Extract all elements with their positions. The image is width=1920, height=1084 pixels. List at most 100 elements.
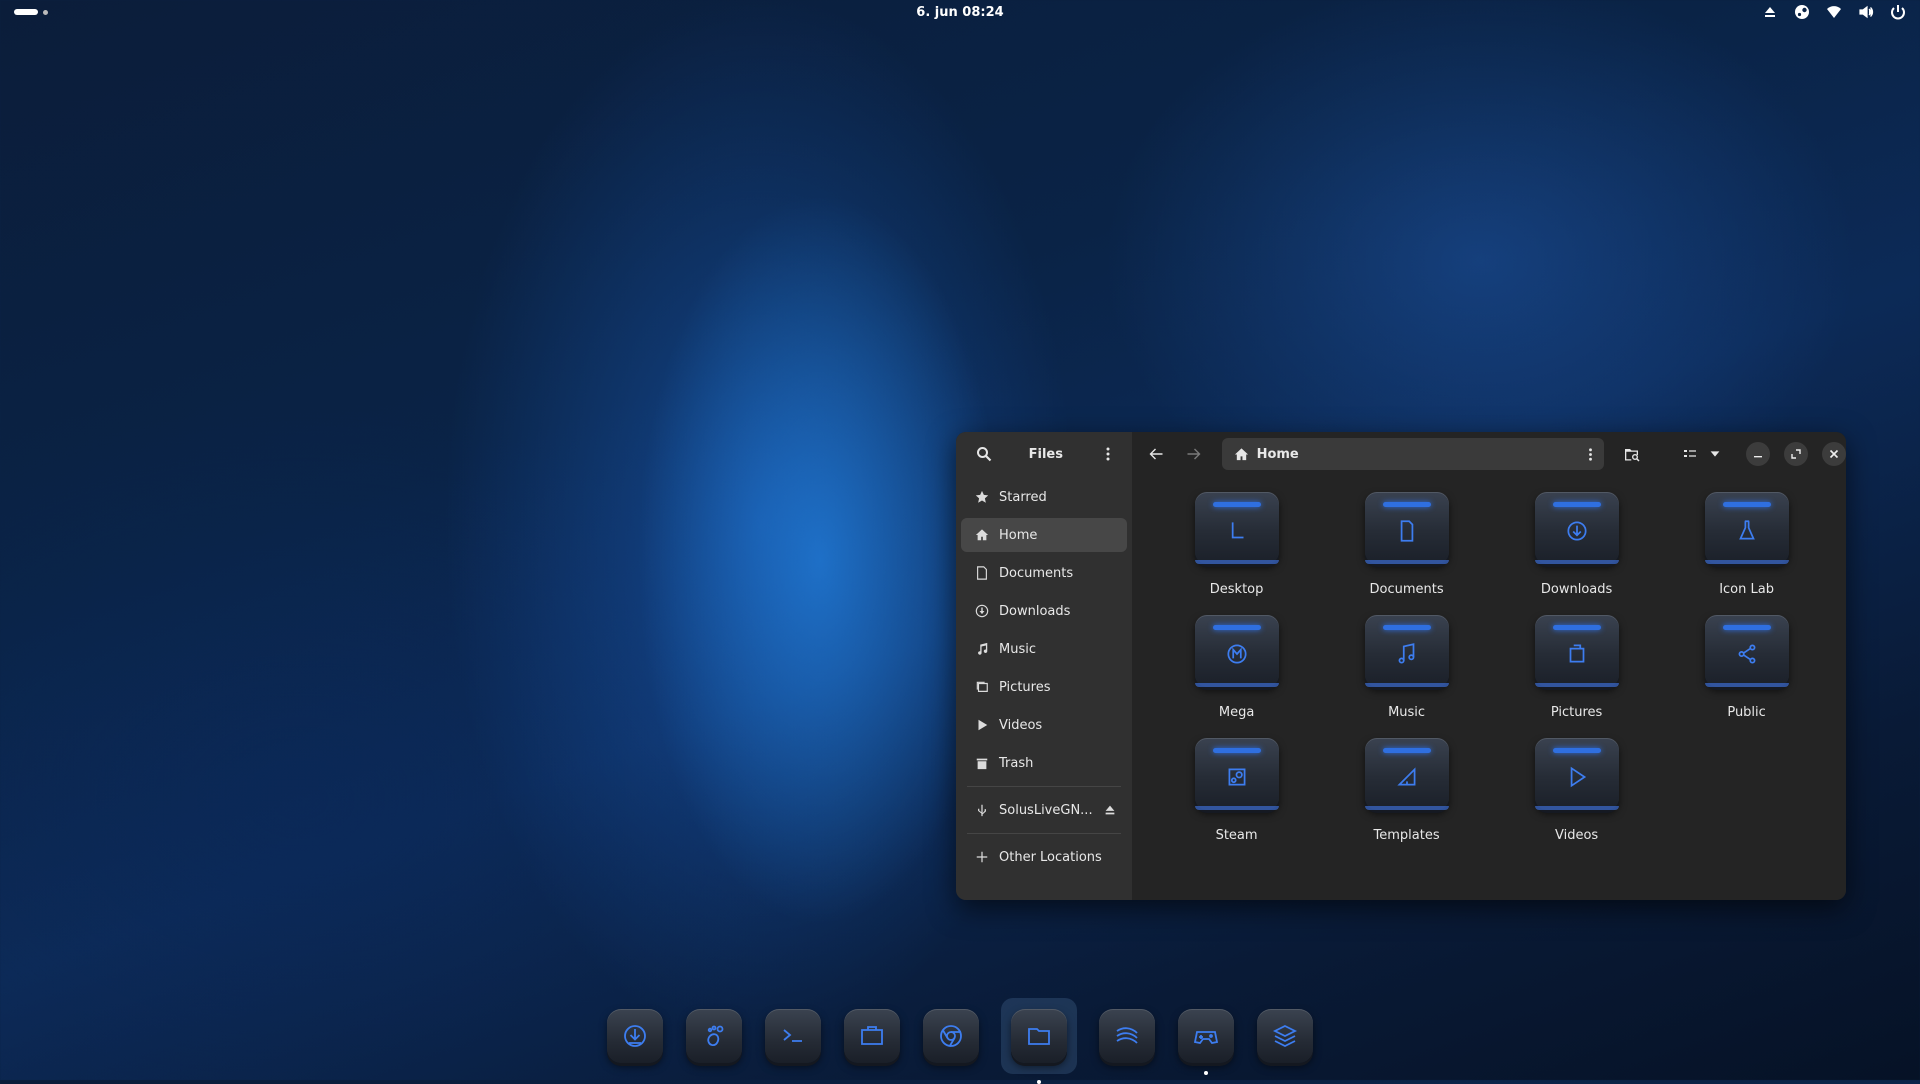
folder-label: Pictures — [1550, 705, 1603, 720]
wifi-icon[interactable] — [1826, 4, 1842, 20]
flask-icon — [1738, 520, 1755, 540]
folder-label: Downloads — [1540, 582, 1613, 597]
sidebar-item-label: Pictures — [999, 679, 1051, 695]
downloads-icon — [1567, 521, 1587, 541]
divider — [967, 833, 1121, 834]
system-tray[interactable] — [1762, 4, 1906, 20]
eject-icon[interactable] — [1762, 4, 1778, 20]
templates-icon — [1396, 767, 1416, 786]
document-icon — [977, 566, 987, 580]
folder-icon — [1704, 492, 1789, 564]
running-indicator — [1037, 1080, 1041, 1084]
dock-item-installer[interactable] — [606, 1007, 664, 1065]
back-button[interactable] — [1140, 439, 1172, 469]
folder-icon — [1364, 492, 1449, 564]
dock-item-terminal[interactable] — [764, 1007, 822, 1065]
eject-icon[interactable] — [1103, 803, 1117, 817]
music-icon — [1398, 643, 1414, 664]
folder-item-mega[interactable]: Mega — [1152, 615, 1322, 720]
list-view-button[interactable] — [1674, 439, 1706, 469]
dock-item-briefcase[interactable] — [843, 1007, 901, 1065]
sidebar-item-label: Other Locations — [999, 849, 1102, 865]
folder-item-steam[interactable]: Steam — [1152, 738, 1322, 843]
dock-item-games[interactable] — [1177, 1007, 1235, 1075]
sidebar-item-music[interactable]: Music — [961, 632, 1127, 666]
list-view-icon — [1683, 450, 1696, 457]
running-indicator — [1204, 1071, 1208, 1075]
divider — [967, 786, 1121, 787]
folder-item-pictures[interactable]: Pictures — [1492, 615, 1662, 720]
sidebar-item-documents[interactable]: Documents — [961, 556, 1127, 590]
sidebar-item-pictures[interactable]: Pictures — [961, 670, 1127, 704]
sidebar-item-downloads[interactable]: Downloads — [961, 594, 1127, 628]
top-bar: 6. jun 08:24 — [0, 0, 1920, 26]
dock — [606, 996, 1314, 1084]
folder-search-icon — [1624, 449, 1640, 462]
folder-icon — [1194, 738, 1279, 810]
power-icon[interactable] — [1890, 4, 1906, 20]
folder-item-downloads[interactable]: Downloads — [1492, 492, 1662, 597]
folder-item-music[interactable]: Music — [1322, 615, 1492, 720]
sidebar-item-videos[interactable]: Videos — [961, 708, 1127, 742]
search-button[interactable] — [970, 440, 998, 468]
view-options-button[interactable] — [1674, 439, 1722, 469]
folder-item-icon-lab[interactable]: Icon Lab — [1662, 492, 1832, 597]
sidebar-item-trash[interactable]: Trash — [961, 746, 1127, 780]
clock[interactable]: 6. jun 08:24 — [0, 5, 1920, 20]
minimize-button[interactable] — [1745, 442, 1770, 466]
layers-icon — [1272, 1024, 1298, 1048]
sidebar-item-starred[interactable]: Starred — [961, 480, 1127, 514]
close-icon — [1829, 449, 1838, 459]
music-icon — [978, 642, 988, 655]
chevron-down-icon[interactable] — [1708, 447, 1722, 461]
gnome-foot-icon — [707, 1025, 724, 1046]
content-area: Home Desktop Documents Downloads Icon La… — [1131, 432, 1846, 900]
files-window: Files Starred Home Documents Downloads M… — [956, 432, 1846, 900]
folder-item-documents[interactable]: Documents — [1322, 492, 1492, 597]
folder-item-public[interactable]: Public — [1662, 615, 1832, 720]
sidebar-item-home[interactable]: Home — [961, 518, 1127, 552]
dock-item-chrome[interactable] — [922, 1007, 980, 1065]
path-bar[interactable]: Home — [1221, 438, 1604, 470]
sidebar-item-label: Documents — [999, 565, 1074, 581]
forward-button[interactable] — [1178, 439, 1210, 469]
kebab-menu-icon[interactable] — [1583, 447, 1598, 462]
folder-item-templates[interactable]: Templates — [1322, 738, 1492, 843]
usb-icon — [978, 804, 986, 817]
dock-item-layers[interactable] — [1256, 1007, 1314, 1065]
folder-item-videos[interactable]: Videos — [1492, 738, 1662, 843]
dock-item-files[interactable] — [1001, 998, 1077, 1084]
folder-label: Desktop — [1209, 582, 1264, 597]
folder-label: Icon Lab — [1719, 582, 1774, 597]
main-menu-button[interactable] — [1094, 440, 1122, 468]
folder-label: Templates — [1373, 828, 1440, 843]
pictures-icon — [1569, 644, 1584, 663]
installer-icon — [624, 1025, 646, 1047]
stream-icon — [1116, 1027, 1138, 1044]
folder-label: Mega — [1218, 705, 1255, 720]
sidebar-item-label: Starred — [999, 489, 1047, 505]
kebab-menu-icon — [1106, 447, 1110, 461]
minimize-icon — [1753, 456, 1762, 458]
folder-item-desktop[interactable]: Desktop — [1152, 492, 1322, 597]
video-icon — [978, 719, 988, 731]
chrome-icon — [940, 1025, 962, 1047]
folder-icon — [1704, 615, 1789, 687]
maximize-button[interactable] — [1783, 442, 1808, 466]
close-button[interactable] — [1821, 442, 1846, 466]
folder-icon — [1364, 738, 1449, 810]
folder-label: Public — [1727, 705, 1766, 720]
search-in-folder-button[interactable] — [1616, 439, 1648, 469]
sidebar-item-label: Trash — [999, 755, 1034, 771]
sidebar: Files Starred Home Documents Downloads M… — [956, 432, 1132, 900]
header-bar: Home — [1132, 432, 1846, 476]
home-icon — [1234, 447, 1248, 460]
dock-item-gnome[interactable] — [685, 1007, 743, 1065]
folder-icon — [1534, 615, 1619, 687]
sidebar-item-other-locations[interactable]: Other Locations — [961, 840, 1127, 874]
steam-icon[interactable] — [1794, 4, 1810, 20]
sidebar-item-usb-drive[interactable]: SolusLiveGN... — [961, 793, 1127, 827]
sidebar-header: Files — [956, 432, 1132, 476]
volume-icon[interactable] — [1858, 4, 1874, 20]
dock-item-stream[interactable] — [1098, 1007, 1156, 1065]
